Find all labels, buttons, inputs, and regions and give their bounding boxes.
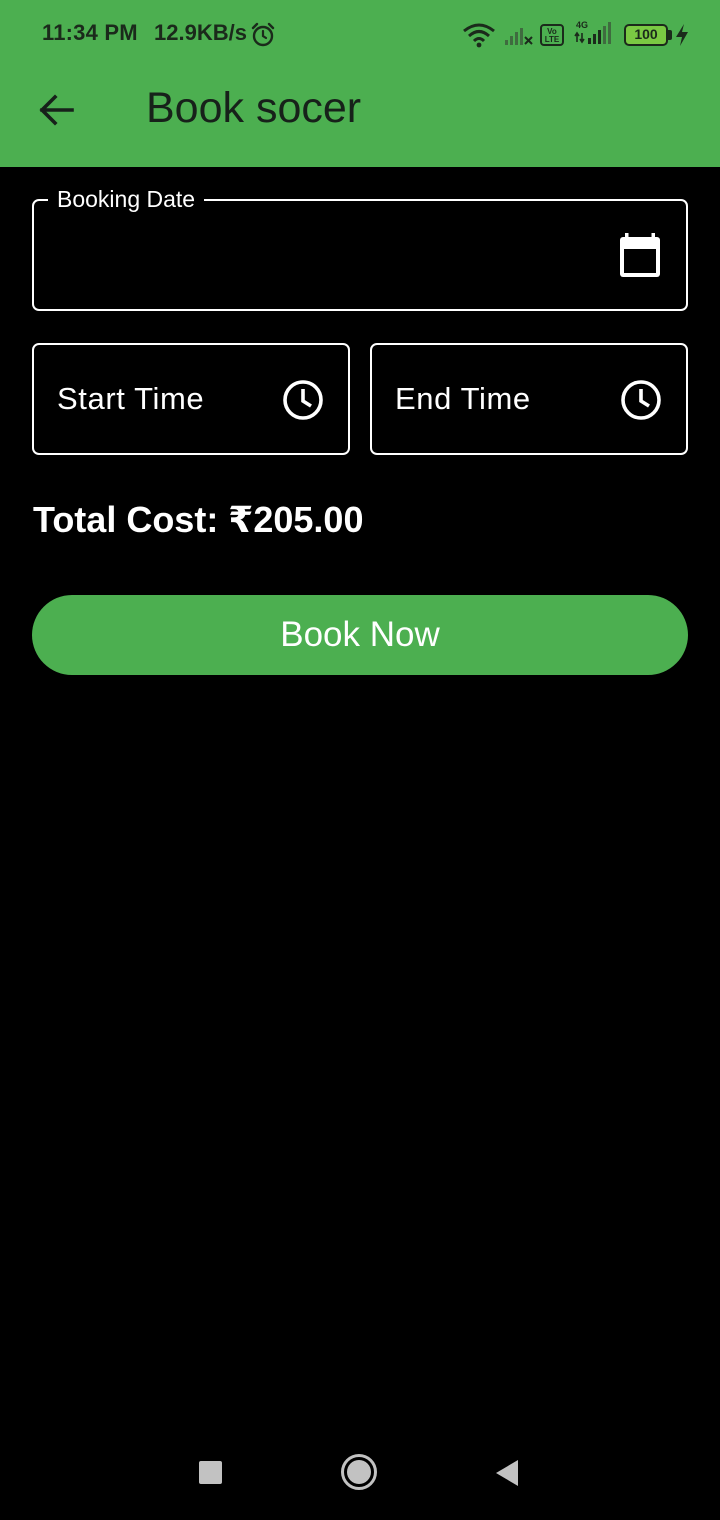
- back-button[interactable]: [30, 88, 82, 132]
- volte-icon: Vo LTE: [540, 24, 564, 46]
- end-time-field[interactable]: End Time: [370, 343, 688, 455]
- app-header: 11:34 PM 12.9KB/s Vo LTE 4G 100 Book soc…: [0, 0, 720, 167]
- book-now-button[interactable]: Book Now: [32, 595, 688, 675]
- signal-4g-icon: 4G: [574, 20, 611, 44]
- status-time: 11:34 PM: [42, 20, 138, 45]
- calendar-icon[interactable]: [618, 233, 662, 279]
- alarm-icon: [251, 22, 275, 47]
- network-speed: 12.9KB/s: [154, 20, 247, 45]
- total-cost: Total Cost: ₹205.00: [33, 499, 364, 540]
- status-bar: 11:34 PM 12.9KB/s Vo LTE 4G 100: [0, 0, 720, 70]
- wifi-icon: [463, 23, 495, 48]
- arrow-left-icon: [39, 94, 74, 126]
- signal-icon: [505, 28, 533, 45]
- clock-icon[interactable]: [620, 379, 662, 421]
- booking-date-field[interactable]: Booking Date: [32, 186, 688, 311]
- page-title: Book socer: [146, 84, 362, 132]
- back-icon[interactable]: [494, 1458, 520, 1488]
- start-time-field[interactable]: Start Time: [32, 343, 350, 455]
- battery-tip: [668, 30, 672, 40]
- screen: 11:34 PM 12.9KB/s Vo LTE 4G 100 Book soc…: [0, 0, 720, 1520]
- clock-icon[interactable]: [282, 379, 324, 421]
- booking-date-label: Booking Date: [48, 186, 205, 213]
- start-time-label: Start Time: [57, 381, 205, 416]
- charging-icon: [676, 24, 688, 46]
- recents-icon[interactable]: [199, 1461, 222, 1484]
- svg-text:4G: 4G: [576, 20, 588, 30]
- end-time-label: End Time: [395, 381, 531, 416]
- battery-icon: 100: [624, 24, 668, 46]
- home-icon[interactable]: [340, 1453, 378, 1491]
